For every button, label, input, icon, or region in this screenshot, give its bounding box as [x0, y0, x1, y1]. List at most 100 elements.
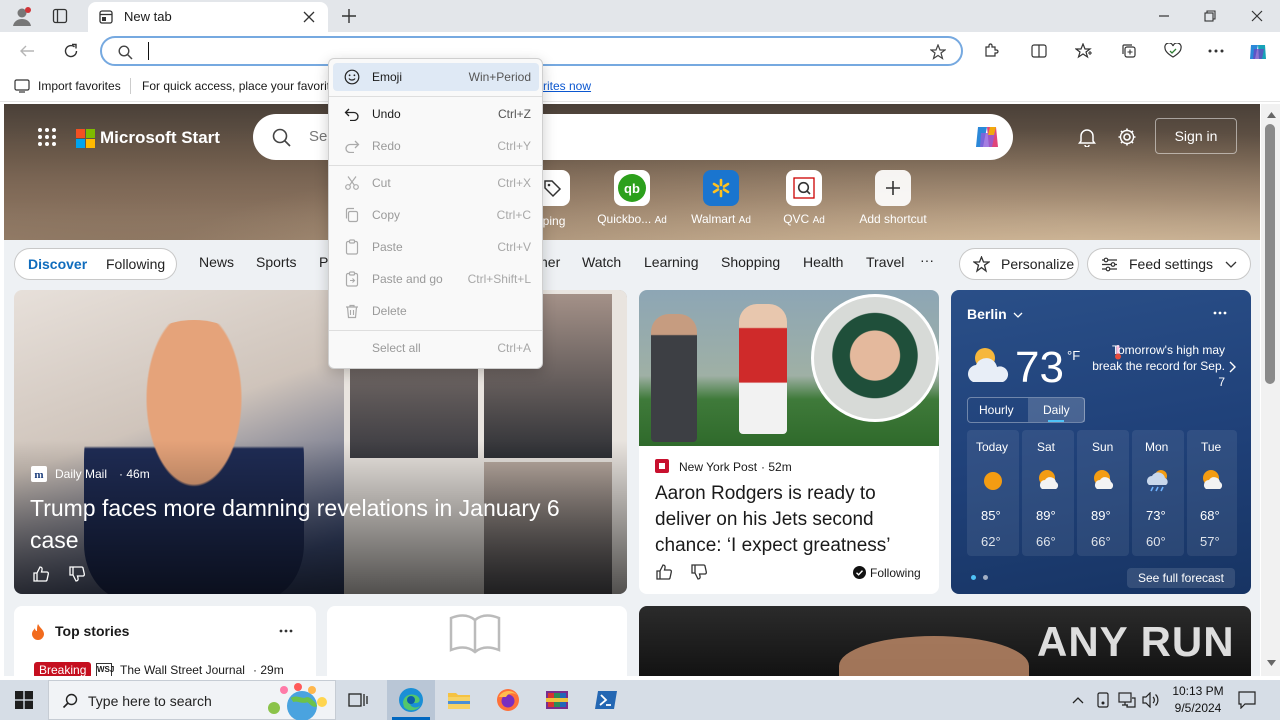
close-window-icon[interactable]: [1245, 6, 1269, 26]
main-story-headline[interactable]: Trump faces more damning revelations in …: [30, 492, 610, 556]
clock-date[interactable]: 9/5/2024: [1170, 701, 1226, 715]
favorite-star-icon[interactable]: [928, 42, 948, 62]
task-view-icon[interactable]: [345, 688, 371, 712]
chevron-up-icon[interactable]: [1070, 692, 1086, 708]
following-label[interactable]: Following: [870, 566, 921, 580]
shortcut-label: Walmart: [691, 212, 736, 226]
volume-icon[interactable]: [1141, 691, 1161, 709]
device-icon[interactable]: [1094, 691, 1112, 709]
notification-center-icon[interactable]: [1237, 690, 1257, 710]
menu-item-emoji[interactable]: Emoji Win+Period: [333, 63, 539, 91]
menu-item-cut: Cut Ctrl+X: [333, 169, 539, 197]
nav-item-travel[interactable]: Travel: [866, 254, 904, 270]
more-options-icon[interactable]: [1205, 40, 1227, 62]
split-screen-icon[interactable]: [1028, 40, 1050, 62]
import-favorites-link[interactable]: Import favorites: [38, 79, 121, 93]
winrar-archive-icon[interactable]: [543, 687, 571, 713]
scroll-thumb[interactable]: [1265, 124, 1275, 384]
taskbar-search-box[interactable]: Type here to search: [48, 680, 336, 720]
manage-favorites-link[interactable]: rites now: [543, 79, 591, 93]
forecast-day[interactable]: Sat 89° 66°: [1022, 430, 1074, 556]
apps-grid-icon[interactable]: [36, 126, 58, 148]
settings-gear-icon[interactable]: [1116, 126, 1138, 148]
tab-actions-icon[interactable]: [50, 6, 70, 26]
nav-item-sports[interactable]: Sports: [256, 254, 296, 270]
copilot-icon[interactable]: [1245, 39, 1271, 65]
carousel-dot-active[interactable]: [971, 575, 976, 580]
powershell-icon[interactable]: [592, 687, 620, 713]
profile-icon[interactable]: [10, 4, 34, 28]
restore-icon[interactable]: [1198, 6, 1222, 26]
menu-item-undo[interactable]: Undo Ctrl+Z: [333, 100, 539, 128]
tab-following[interactable]: Following: [106, 256, 165, 272]
copilot-icon[interactable]: [971, 122, 1003, 152]
paste-go-icon: [343, 270, 361, 288]
file-explorer-icon[interactable]: [445, 687, 473, 713]
edge-browser-icon[interactable]: [397, 687, 425, 713]
chevron-right-icon[interactable]: [1227, 360, 1239, 374]
nav-item-watch[interactable]: Watch: [582, 254, 621, 270]
nav-item-weather[interactable]: her: [540, 254, 560, 270]
forecast-day[interactable]: Today 85° 62°: [967, 430, 1019, 556]
shortcut-add[interactable]: Add shortcut: [848, 170, 938, 234]
video-story-card[interactable]: ANY RUN: [639, 606, 1251, 676]
tab-hourly[interactable]: Hourly: [979, 403, 1014, 417]
shortcut-label: Add shortcut: [859, 212, 927, 226]
back-icon[interactable]: [16, 40, 38, 62]
forecast-day[interactable]: Sun 89° 66°: [1077, 430, 1129, 556]
extensions-icon[interactable]: [980, 40, 1002, 62]
page-scrollbar[interactable]: [1261, 104, 1280, 676]
second-story-headline[interactable]: Aaron Rodgers is ready to deliver on his…: [655, 481, 927, 559]
nav-item-play[interactable]: P: [319, 254, 328, 270]
thumbs-down-icon[interactable]: [689, 562, 709, 582]
new-tab-icon[interactable]: [338, 5, 360, 27]
weather-city[interactable]: Berlin: [967, 306, 1007, 322]
firefox-icon[interactable]: [494, 687, 522, 713]
thumbs-up-icon[interactable]: [31, 564, 51, 584]
tab-daily[interactable]: Daily: [1043, 403, 1070, 417]
close-tab-icon[interactable]: [300, 8, 318, 26]
nav-item-learning[interactable]: Learning: [644, 254, 699, 270]
forecast-day[interactable]: Tue 68° 57°: [1187, 430, 1237, 556]
forecast-day[interactable]: Mon 73° 60°: [1132, 430, 1184, 556]
favorites-icon[interactable]: [1073, 40, 1095, 62]
weather-more-icon[interactable]: [1209, 306, 1231, 320]
scroll-down-icon[interactable]: [1265, 658, 1277, 668]
menu-item-select-all: Select all Ctrl+A: [333, 334, 539, 362]
notifications-bell-icon[interactable]: [1076, 126, 1098, 148]
browser-essentials-icon[interactable]: [1162, 40, 1184, 62]
minimize-icon[interactable]: [1152, 6, 1176, 26]
tab-discover[interactable]: Discover: [28, 256, 87, 272]
clock-time[interactable]: 10:13 PM: [1170, 684, 1226, 698]
redo-icon: [343, 137, 361, 155]
nav-more-button[interactable]: ···: [920, 252, 934, 268]
weather-alert[interactable]: Tomorrow's high may break the record for…: [1091, 342, 1225, 390]
weather-card[interactable]: Berlin 73 °F Tomorrow's high may break t…: [951, 290, 1251, 594]
personalize-button[interactable]: Personalize: [959, 248, 1079, 280]
rain-icon: [1145, 468, 1171, 494]
nav-item-shopping[interactable]: Shopping: [721, 254, 780, 270]
see-full-forecast-button[interactable]: See full forecast: [1127, 568, 1235, 588]
scroll-up-icon[interactable]: [1265, 110, 1277, 120]
thumbs-up-icon[interactable]: [654, 562, 674, 582]
chevron-down-icon[interactable]: [1011, 308, 1025, 322]
shortcut-walmart[interactable]: Walmart Ad: [681, 170, 761, 234]
collections-icon[interactable]: [1118, 40, 1140, 62]
windows-start-icon[interactable]: [0, 680, 48, 720]
refresh-icon[interactable]: [60, 40, 82, 62]
nav-item-health[interactable]: Health: [803, 254, 843, 270]
carousel-dot[interactable]: [983, 575, 988, 580]
top-stories-more-icon[interactable]: [276, 626, 296, 636]
thumbs-down-icon[interactable]: [67, 564, 87, 584]
shortcut-quickbooks[interactable]: qb Quickbo... Ad: [592, 170, 672, 234]
nav-item-news[interactable]: News: [199, 254, 234, 270]
second-story-card[interactable]: New York Post · 52m Aaron Rodgers is rea…: [639, 290, 939, 594]
shortcut-qvc[interactable]: QVC Ad: [764, 170, 844, 234]
top-stories-card: Top stories Breaking WSJ The Wall Street…: [14, 606, 316, 676]
feed-settings-button[interactable]: Feed settings: [1087, 248, 1251, 280]
network-icon[interactable]: [1117, 691, 1137, 709]
chevron-down-icon: [1223, 257, 1239, 273]
tab-new-tab[interactable]: New tab: [88, 2, 328, 32]
forecast-high: 89°: [1091, 508, 1111, 523]
sign-in-button[interactable]: Sign in: [1155, 118, 1237, 154]
